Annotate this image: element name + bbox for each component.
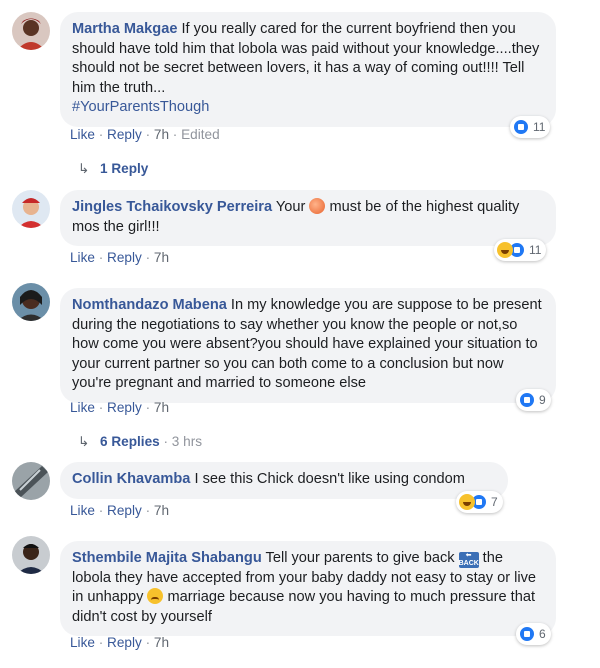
- reply-link[interactable]: Reply: [107, 250, 142, 265]
- comment-actions: Like · Reply · 7h: [70, 635, 170, 650]
- like-reaction-icon: [519, 626, 535, 642]
- comment-timestamp[interactable]: 7h: [154, 635, 169, 650]
- disappointed-emoji-icon: [147, 588, 164, 604]
- hashtag-link[interactable]: #YourParentsThough: [72, 99, 209, 115]
- comment-actions: Like · Reply · 7h: [70, 250, 170, 265]
- reaction-summary[interactable]: 11: [510, 116, 551, 138]
- avatar[interactable]: [12, 536, 50, 574]
- haha-reaction-icon: [497, 242, 513, 258]
- back-arrow-emoji-icon: ⬅ BACK: [458, 552, 479, 568]
- comment-actions: Like · Reply · 7h · Edited: [70, 127, 220, 142]
- reply-arrow-icon: ↳: [78, 434, 90, 449]
- like-link[interactable]: Like: [70, 127, 95, 142]
- comment-text: I see this Chick doesn't like using cond…: [190, 471, 465, 487]
- comment-author[interactable]: Jingles Tchaikovsky Perreira: [72, 199, 272, 215]
- like-link[interactable]: Like: [70, 503, 95, 518]
- reaction-count: 9: [539, 393, 546, 407]
- comment-actions: Like · Reply · 7h: [70, 400, 170, 415]
- avatar[interactable]: [12, 190, 50, 228]
- reaction-summary[interactable]: 6: [516, 623, 551, 645]
- comment-bubble: Jingles Tchaikovsky Perreira Your must b…: [60, 190, 556, 246]
- comment-actions: Like · Reply · 7h: [70, 503, 170, 518]
- comment-bubble: Martha Makgae If you really cared for th…: [60, 12, 556, 127]
- comment-author[interactable]: Nomthandazo Mabena: [72, 297, 227, 313]
- reaction-summary[interactable]: 7: [456, 491, 503, 513]
- comment-timestamp[interactable]: 7h: [154, 400, 169, 415]
- view-replies-link[interactable]: ↳ 1 Reply: [78, 161, 148, 177]
- view-replies-link[interactable]: ↳ 6 Replies · 3 hrs: [78, 434, 202, 450]
- like-reaction-icon: [513, 119, 529, 135]
- like-link[interactable]: Like: [70, 400, 95, 415]
- reaction-count: 11: [533, 120, 546, 134]
- reaction-count: 6: [539, 627, 546, 641]
- avatar[interactable]: [12, 462, 50, 500]
- reaction-summary[interactable]: 11: [494, 239, 547, 261]
- avatar[interactable]: [12, 12, 50, 50]
- reaction-count: 7: [491, 495, 498, 509]
- reply-link[interactable]: Reply: [107, 400, 142, 415]
- reaction-count: 11: [529, 243, 542, 257]
- comment-bubble: Nomthandazo Mabena In my knowledge you a…: [60, 288, 556, 403]
- avatar[interactable]: [12, 283, 50, 321]
- reply-link[interactable]: Reply: [107, 127, 142, 142]
- edited-label[interactable]: Edited: [181, 127, 220, 142]
- reply-arrow-icon: ↳: [78, 161, 90, 176]
- comment-bubble: Sthembile Majita Shabangu Tell your pare…: [60, 541, 556, 636]
- comment-author[interactable]: Collin Khavamba: [72, 471, 190, 487]
- comment-timestamp[interactable]: 7h: [154, 250, 169, 265]
- peach-emoji-icon: [309, 198, 326, 214]
- comment-bubble: Collin Khavamba I see this Chick doesn't…: [60, 462, 508, 499]
- comment-timestamp[interactable]: 7h: [154, 127, 169, 142]
- reply-link[interactable]: Reply: [107, 503, 142, 518]
- comment-timestamp[interactable]: 7h: [154, 503, 169, 518]
- like-link[interactable]: Like: [70, 635, 95, 650]
- replies-timestamp: 3 hrs: [171, 434, 203, 449]
- comment-author[interactable]: Martha Makgae: [72, 21, 177, 37]
- like-reaction-icon: [519, 392, 535, 408]
- haha-reaction-icon: [459, 494, 475, 510]
- reaction-summary[interactable]: 9: [516, 389, 551, 411]
- reply-link[interactable]: Reply: [107, 635, 142, 650]
- like-link[interactable]: Like: [70, 250, 95, 265]
- comment-author[interactable]: Sthembile Majita Shabangu: [72, 550, 262, 566]
